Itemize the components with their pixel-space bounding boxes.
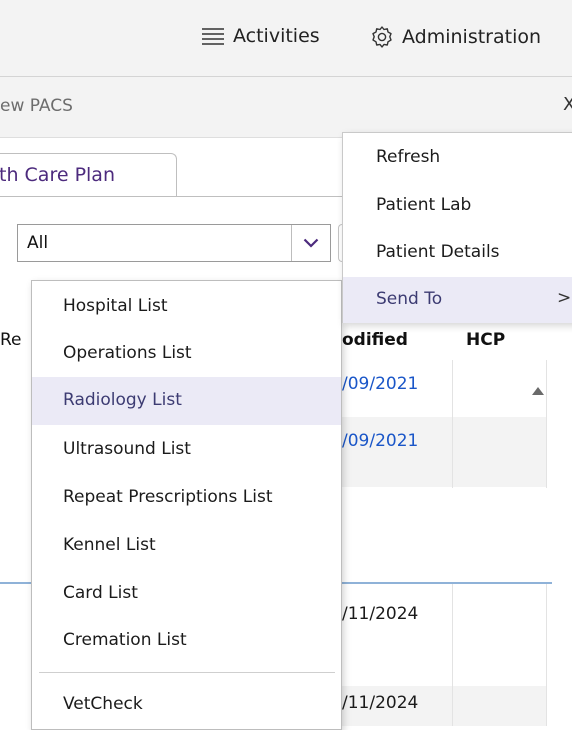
- dropdown-item-label: Repeat Prescriptions List: [63, 487, 273, 507]
- administration-menu[interactable]: Administration: [370, 25, 541, 49]
- column-header-hcp: HCP: [466, 330, 506, 350]
- column-divider: [546, 360, 547, 488]
- panel-header: ew PACS X: [0, 77, 572, 138]
- tab-care-plan[interactable]: th Care Plan: [0, 153, 177, 197]
- dropdown-item-cremation-list[interactable]: Cremation List: [32, 617, 341, 665]
- dropdown-item-label: Kennel List: [63, 535, 156, 555]
- dropdown-item-label: VetCheck: [63, 694, 143, 714]
- panel-title: ew PACS: [0, 96, 73, 116]
- filter-select-value: All: [27, 233, 49, 253]
- administration-label: Administration: [402, 26, 542, 48]
- context-item-patient-details[interactable]: Patient Details: [343, 230, 572, 276]
- column-divider: [546, 584, 547, 726]
- activities-menu[interactable]: Activities: [201, 25, 320, 47]
- table-row[interactable]: [342, 417, 546, 487]
- tab-divider: [0, 196, 342, 197]
- filter-select-toggle[interactable]: [291, 225, 330, 261]
- column-divider: [452, 360, 453, 488]
- tab-care-plan-label: th Care Plan: [0, 164, 115, 186]
- modified-date-cell: /11/2024: [342, 693, 419, 713]
- dropdown-item-hospital-list[interactable]: Hospital List: [32, 283, 341, 331]
- chevron-down-icon: [303, 238, 319, 248]
- activities-label: Activities: [233, 25, 320, 47]
- dropdown-item-ultrasound-list[interactable]: Ultrasound List: [32, 426, 341, 474]
- chevron-right-icon: >: [557, 288, 572, 308]
- dropdown-item-operations-list[interactable]: Operations List: [32, 330, 341, 378]
- dropdown-item-label: Cremation List: [63, 630, 187, 650]
- dropdown-item-repeat-prescriptions-list[interactable]: Repeat Prescriptions List: [32, 474, 341, 522]
- top-bar: Activities Administration: [0, 0, 572, 77]
- column-header-modified: odified: [342, 330, 408, 350]
- filter-select[interactable]: All: [17, 224, 331, 262]
- dropdown-item-card-list[interactable]: Card List: [32, 570, 341, 618]
- context-item-label: Patient Details: [376, 242, 500, 262]
- list-dropdown: Hospital List Operations List Radiology …: [31, 280, 342, 730]
- context-item-send-to[interactable]: Send To >: [343, 277, 572, 323]
- column-divider: [452, 584, 453, 726]
- gear-icon: [372, 26, 392, 48]
- context-item-label: Patient Lab: [376, 195, 472, 215]
- dropdown-item-label: Card List: [63, 583, 138, 603]
- dropdown-separator: [39, 672, 335, 673]
- context-item-label: Refresh: [376, 147, 441, 167]
- modified-date-cell[interactable]: /09/2021: [342, 374, 418, 394]
- dropdown-item-label: Ultrasound List: [63, 439, 191, 459]
- context-item-patient-lab[interactable]: Patient Lab: [343, 183, 572, 229]
- column-header-re: Re: [0, 330, 22, 350]
- modified-date-cell: /11/2024: [342, 604, 419, 624]
- dropdown-item-vetcheck[interactable]: VetCheck: [32, 681, 341, 729]
- dropdown-item-kennel-list[interactable]: Kennel List: [32, 522, 341, 570]
- close-icon[interactable]: X: [563, 94, 572, 115]
- scroll-up-arrow-icon[interactable]: [532, 387, 544, 395]
- context-menu: Refresh Patient Lab Patient Details Send…: [342, 132, 572, 323]
- dropdown-item-label: Radiology List: [63, 390, 182, 410]
- context-item-label: Send To: [376, 289, 443, 309]
- modified-date-cell[interactable]: /09/2021: [342, 431, 418, 451]
- dropdown-item-label: Operations List: [63, 343, 192, 363]
- dropdown-item-radiology-list[interactable]: Radiology List: [32, 377, 341, 425]
- dropdown-item-label: Hospital List: [63, 296, 168, 316]
- list-lines-icon: [202, 28, 224, 45]
- context-item-refresh[interactable]: Refresh: [343, 135, 572, 181]
